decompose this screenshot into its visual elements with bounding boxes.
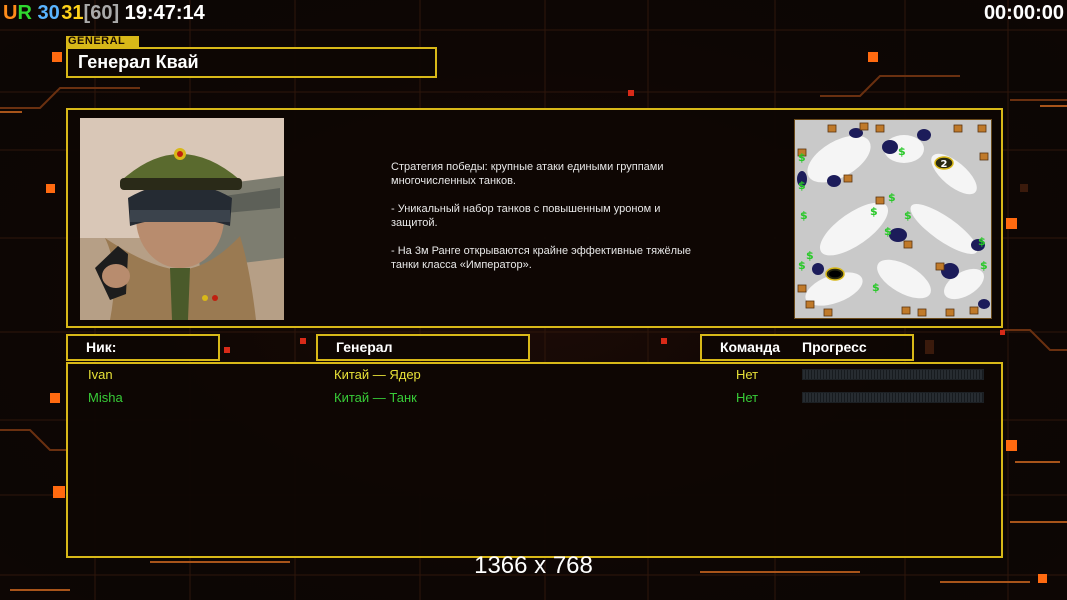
general-description: Стратегия победы: крупные атаки едиными … — [391, 160, 701, 286]
nick-header-label: Ник: — [86, 339, 117, 355]
osd-value-3: [60] — [83, 2, 120, 24]
svg-text:$: $ — [798, 151, 806, 164]
osd-value-1: 30 — [37, 2, 60, 24]
general-name-box: Генерал Квай — [66, 47, 437, 78]
svg-text:$: $ — [872, 281, 880, 294]
player-progress-bar — [802, 369, 984, 380]
osd-value-2: 31 — [61, 2, 84, 24]
description-line-strategy: Стратегия победы: крупные атаки едиными … — [391, 161, 664, 187]
svg-text:$: $ — [904, 209, 912, 222]
player-nick: Ivan — [88, 367, 113, 382]
osd-ur-u: U — [3, 2, 18, 24]
player-general: Китай — Танк — [334, 390, 417, 405]
column-header-nick: Ник: — [66, 334, 220, 361]
general-info-panel: Стратегия победы: крупные атаки едиными … — [66, 108, 1003, 328]
svg-text:$: $ — [980, 259, 988, 272]
svg-text:$: $ — [800, 209, 808, 222]
column-header-general: Генерал — [316, 334, 530, 361]
svg-text:$: $ — [798, 179, 806, 192]
start-position-2: 2 — [941, 159, 948, 170]
general-name: Генерал Квай — [78, 52, 199, 72]
minimap[interactable]: $ $ $ $ $ $ $ $ $ $ $ $ $ $ 2 — [794, 119, 992, 319]
description-line-rank: - На 3м Ранге открываются крайне эффекти… — [391, 245, 692, 271]
team-header-label: Команда — [720, 339, 780, 355]
svg-text:$: $ — [888, 191, 896, 204]
resolution-label: 1366 x 768 — [474, 552, 593, 579]
player-nick: Misha — [88, 390, 123, 405]
svg-text:$: $ — [798, 259, 806, 272]
svg-text:$: $ — [978, 235, 986, 248]
description-line-tanks: - Уникальный набор танков с повышенным у… — [391, 203, 661, 229]
player-list-panel: Ivan Китай — Ядер Нет Misha Китай — Танк… — [66, 362, 1003, 558]
osd-ur-r: R — [17, 2, 32, 24]
player-team: Нет — [736, 367, 759, 382]
osd-clock: 19:47:14 — [124, 2, 205, 24]
column-header-team-progress: Команда Прогресс — [700, 334, 914, 361]
player-team: Нет — [736, 390, 759, 405]
general-header-label: Генерал — [336, 339, 393, 355]
svg-text:$: $ — [898, 145, 906, 158]
svg-text:$: $ — [870, 205, 878, 218]
player-progress-bar — [802, 392, 984, 403]
player-general: Китай — Ядер — [334, 367, 421, 382]
game-timer: 00:00:00 — [983, 2, 1064, 24]
fps-overlay: UR 30 31[60] 19:47:14 — [3, 2, 205, 24]
svg-text:$: $ — [806, 249, 814, 262]
general-portrait — [80, 118, 284, 320]
progress-header-label: Прогресс — [802, 339, 867, 355]
svg-text:$: $ — [884, 225, 892, 238]
